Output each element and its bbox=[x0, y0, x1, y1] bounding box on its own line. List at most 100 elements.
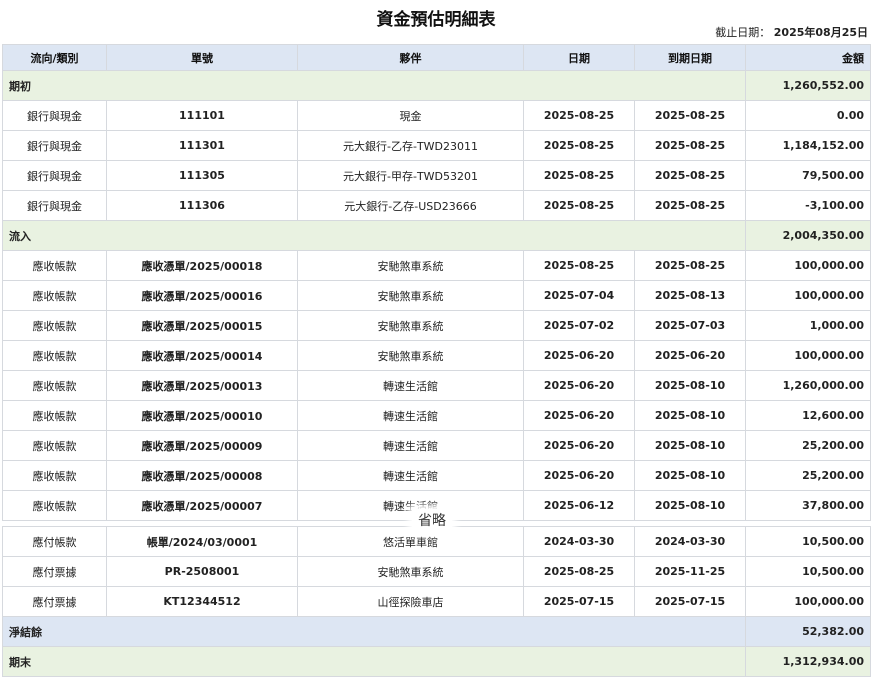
row-category: 應收帳款 bbox=[2, 430, 107, 461]
table-header-row: 流向/類別 單號 夥伴 日期 到期日期 金額 bbox=[2, 44, 871, 71]
row-date: 2025-07-02 bbox=[523, 310, 635, 341]
section-total: 2,004,350.00 bbox=[745, 220, 871, 251]
section-label: 淨結餘 bbox=[2, 616, 746, 647]
row-category: 應收帳款 bbox=[2, 250, 107, 281]
section-closing[interactable]: 期末 1,312,934.00 bbox=[2, 646, 871, 677]
row-amount: 10,500.00 bbox=[745, 526, 871, 557]
row-partner: 轉速生活館 bbox=[297, 370, 524, 401]
row-doc-number: 111305 bbox=[106, 160, 298, 191]
row-doc-number: 應收憑單/2025/00018 bbox=[106, 250, 298, 281]
row-date: 2025-06-20 bbox=[523, 430, 635, 461]
table-row[interactable]: 應收帳款 應收憑單/2025/00018 安馳煞車系統 2025-08-25 2025-… bbox=[2, 250, 871, 281]
row-due-date: 2025-08-13 bbox=[634, 280, 746, 311]
row-doc-number: 帳單/2024/03/0001 bbox=[106, 526, 298, 557]
row-doc-number: 應收憑單/2025/00015 bbox=[106, 310, 298, 341]
row-doc-number: 應收憑單/2025/00007 bbox=[106, 490, 298, 521]
row-category: 應收帳款 bbox=[2, 370, 107, 401]
row-partner: 轉速生活館 bbox=[297, 430, 524, 461]
table-row[interactable]: 應收帳款 應收憑單/2025/00014 安馳煞車系統 2025-06-20 2025-… bbox=[2, 340, 871, 371]
row-doc-number: 應收憑單/2025/00008 bbox=[106, 460, 298, 491]
section-net-balance[interactable]: 淨結餘 52,382.00 bbox=[2, 616, 871, 647]
row-due-date: 2025-08-25 bbox=[634, 130, 746, 161]
row-partner: 轉速生活館 bbox=[297, 460, 524, 491]
column-header-partner[interactable]: 夥伴 bbox=[297, 44, 524, 71]
row-partner: 轉速生活館 bbox=[297, 400, 524, 431]
section-opening[interactable]: 期初 1,260,552.00 bbox=[2, 70, 871, 101]
section-label: 流入 bbox=[2, 220, 746, 251]
row-doc-number: 應收憑單/2025/00016 bbox=[106, 280, 298, 311]
row-category: 銀行與現金 bbox=[2, 160, 107, 191]
row-date: 2025-08-25 bbox=[523, 160, 635, 191]
table-row[interactable]: 應收帳款 應收憑單/2025/00016 安馳煞車系統 2025-07-04 2025-… bbox=[2, 280, 871, 311]
table-row[interactable]: 應付票據 KT12344512 山徑探險車店 2025-07-15 2025-07-15… bbox=[2, 586, 871, 617]
row-amount: 100,000.00 bbox=[745, 340, 871, 371]
table-row[interactable]: 銀行與現金 111301 元大銀行-乙存-TWD23011 2025-08-25 202… bbox=[2, 130, 871, 161]
row-partner: 悠活單車館 bbox=[297, 526, 524, 557]
omitted-rows-label: 省略 bbox=[412, 509, 452, 531]
row-partner: 安馳煞車系統 bbox=[297, 556, 524, 587]
row-date: 2025-08-25 bbox=[523, 100, 635, 131]
table-row[interactable]: 應收帳款 應收憑單/2025/00009 轉速生活館 2025-06-20 2025-0… bbox=[2, 430, 871, 461]
section-total: 1,260,552.00 bbox=[745, 70, 871, 101]
row-amount: 37,800.00 bbox=[745, 490, 871, 521]
table-row[interactable]: 銀行與現金 111305 元大銀行-甲存-TWD53201 2025-08-25 202… bbox=[2, 160, 871, 191]
row-amount: 100,000.00 bbox=[745, 280, 871, 311]
row-due-date: 2025-07-03 bbox=[634, 310, 746, 341]
column-header-doc-number[interactable]: 單號 bbox=[106, 44, 298, 71]
row-doc-number: 111301 bbox=[106, 130, 298, 161]
row-partner: 轉速生活館 bbox=[297, 490, 524, 521]
row-due-date: 2025-08-10 bbox=[634, 370, 746, 401]
row-partner: 元大銀行-甲存-TWD53201 bbox=[297, 160, 524, 191]
row-category: 銀行與現金 bbox=[2, 130, 107, 161]
table-row[interactable]: 應收帳款 應收憑單/2025/00015 安馳煞車系統 2025-07-02 2025-… bbox=[2, 310, 871, 341]
table-row[interactable]: 應付帳款 帳單/2024/03/0001 悠活單車館 2024-03-30 2024-0… bbox=[2, 526, 871, 557]
row-due-date: 2025-08-25 bbox=[634, 100, 746, 131]
row-due-date: 2025-08-10 bbox=[634, 430, 746, 461]
row-date: 2025-07-04 bbox=[523, 280, 635, 311]
row-due-date: 2025-08-25 bbox=[634, 190, 746, 221]
row-category: 應付票據 bbox=[2, 586, 107, 617]
row-date: 2024-03-30 bbox=[523, 526, 635, 557]
row-doc-number: 應收憑單/2025/00013 bbox=[106, 370, 298, 401]
row-partner: 安馳煞車系統 bbox=[297, 250, 524, 281]
row-category: 銀行與現金 bbox=[2, 190, 107, 221]
row-date: 2025-06-12 bbox=[523, 490, 635, 521]
row-amount: 25,200.00 bbox=[745, 430, 871, 461]
row-amount: 10,500.00 bbox=[745, 556, 871, 587]
row-partner: 安馳煞車系統 bbox=[297, 310, 524, 341]
row-due-date: 2024-03-30 bbox=[634, 526, 746, 557]
row-date: 2025-06-20 bbox=[523, 460, 635, 491]
row-due-date: 2025-08-25 bbox=[634, 160, 746, 191]
table-row[interactable]: 應付票據 PR-2508001 安馳煞車系統 2025-08-25 2025-11-25… bbox=[2, 556, 871, 587]
cutoff-date-value: 2025年08月25日 bbox=[773, 26, 868, 39]
table-row[interactable]: 應收帳款 應收憑單/2025/00013 轉速生活館 2025-06-20 2025-0… bbox=[2, 370, 871, 401]
row-doc-number: PR-2508001 bbox=[106, 556, 298, 587]
section-label: 期末 bbox=[2, 646, 746, 677]
column-header-category[interactable]: 流向/類別 bbox=[2, 44, 107, 71]
row-date: 2025-08-25 bbox=[523, 556, 635, 587]
row-date: 2025-06-20 bbox=[523, 340, 635, 371]
row-category: 應收帳款 bbox=[2, 280, 107, 311]
row-due-date: 2025-08-25 bbox=[634, 250, 746, 281]
table-row[interactable]: 銀行與現金 111306 元大銀行-乙存-USD23666 2025-08-25 202… bbox=[2, 190, 871, 221]
row-category: 應收帳款 bbox=[2, 400, 107, 431]
row-doc-number: 111306 bbox=[106, 190, 298, 221]
row-partner: 安馳煞車系統 bbox=[297, 280, 524, 311]
column-header-due-date[interactable]: 到期日期 bbox=[634, 44, 746, 71]
row-partner: 山徑探險車店 bbox=[297, 586, 524, 617]
row-date: 2025-08-25 bbox=[523, 190, 635, 221]
table-row[interactable]: 應收帳款 應收憑單/2025/00010 轉速生活館 2025-06-20 2025-0… bbox=[2, 400, 871, 431]
row-due-date: 2025-08-10 bbox=[634, 460, 746, 491]
table-row[interactable]: 應收帳款 應收憑單/2025/00008 轉速生活館 2025-06-20 2025-0… bbox=[2, 460, 871, 491]
row-amount: 1,184,152.00 bbox=[745, 130, 871, 161]
table-row[interactable]: 銀行與現金 111101 現金 2025-08-25 2025-08-25 0.00 bbox=[2, 100, 871, 131]
row-amount: 79,500.00 bbox=[745, 160, 871, 191]
cutoff-date: 截止日期： 2025年08月25日 bbox=[715, 24, 868, 40]
column-header-date[interactable]: 日期 bbox=[523, 44, 635, 71]
section-inflow[interactable]: 流入 2,004,350.00 bbox=[2, 220, 871, 251]
column-header-amount[interactable]: 金額 bbox=[745, 44, 871, 71]
section-total: 1,312,934.00 bbox=[745, 646, 871, 677]
row-date: 2025-06-20 bbox=[523, 400, 635, 431]
row-amount: 1,260,000.00 bbox=[745, 370, 871, 401]
row-amount: 0.00 bbox=[745, 100, 871, 131]
